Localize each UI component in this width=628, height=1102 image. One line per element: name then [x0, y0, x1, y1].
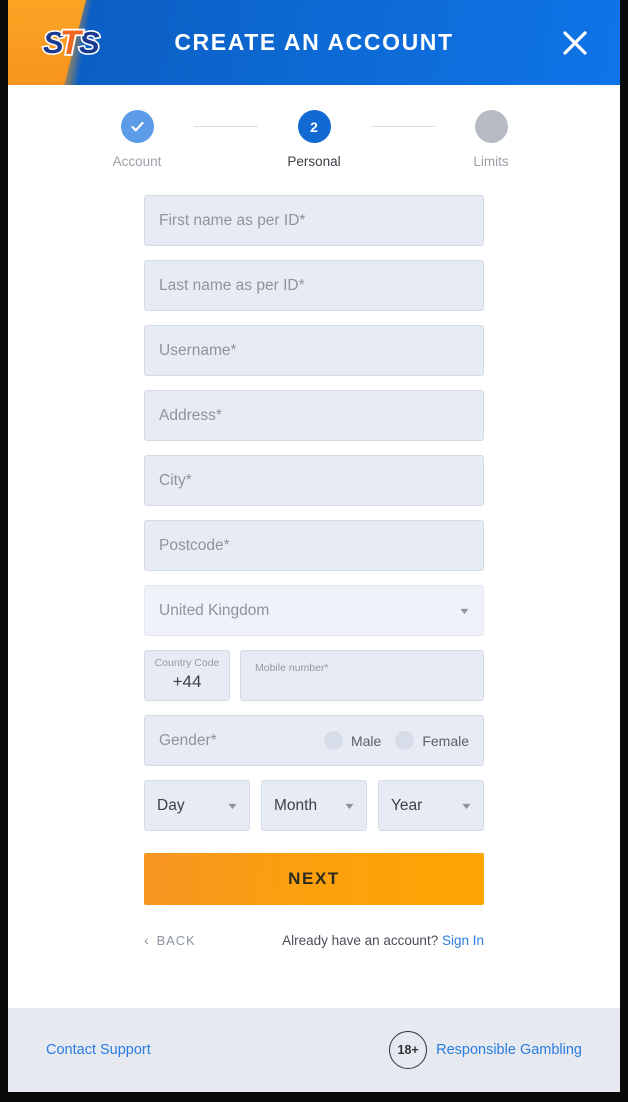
modal-header: S S S S T T CREATE AN ACCOUNT — [8, 0, 620, 85]
gender-label: Gender* — [159, 731, 217, 749]
birth-day-value: Day — [157, 796, 185, 814]
gender-option-female[interactable]: Female — [395, 731, 469, 750]
first-name-input[interactable]: First name as per ID* — [144, 195, 484, 246]
stepper-connector-2 — [370, 126, 435, 127]
close-icon[interactable] — [558, 26, 592, 60]
form-footer-links: ‹ BACK Already have an account? Sign In — [144, 932, 484, 948]
chevron-down-icon: ▼ — [459, 800, 474, 811]
step-account-label: Account — [112, 154, 162, 169]
last-name-input[interactable]: Last name as per ID* — [144, 260, 484, 311]
svg-text:S: S — [79, 25, 100, 60]
step-limits-bubble — [474, 110, 508, 143]
back-button-label: BACK — [156, 932, 196, 948]
step-limits[interactable]: Limits — [435, 110, 548, 169]
mobile-number-label: Mobile number* — [255, 662, 329, 674]
registration-stepper: Account 2 Personal Limits — [8, 85, 620, 169]
sts-logo: S S S S T T — [41, 21, 109, 64]
modal-body: Account 2 Personal Limits First name as … — [8, 85, 620, 1025]
postcode-input[interactable]: Postcode* — [144, 520, 484, 571]
country-select[interactable]: United Kingdom ▼ — [144, 585, 484, 636]
step-account[interactable]: Account — [81, 110, 194, 169]
contact-support-link[interactable]: Contact Support — [46, 1042, 389, 1058]
svg-text:T: T — [60, 24, 84, 62]
age-restriction-icon: 18+ — [389, 1031, 428, 1069]
step-personal-bubble: 2 — [297, 110, 331, 143]
gender-female-label: Female — [422, 732, 469, 749]
responsible-gambling-link[interactable]: Responsible Gambling — [436, 1042, 582, 1058]
personal-details-form: First name as per ID* Last name as per I… — [144, 195, 484, 948]
country-code-value: +44 — [172, 672, 202, 691]
birth-date-row: Day ▼ Month ▼ Year ▼ — [144, 780, 484, 831]
birth-day-select[interactable]: Day ▼ — [144, 780, 250, 831]
gender-option-male[interactable]: Male — [323, 731, 382, 750]
city-input[interactable]: City* — [144, 455, 484, 506]
signin-link[interactable]: Sign In — [442, 933, 484, 948]
radio-icon-male — [323, 731, 343, 750]
modal-footer: Contact Support 18+ Responsible Gambling — [8, 1008, 620, 1092]
address-input[interactable]: Address* — [144, 390, 484, 441]
stepper-connector-1 — [193, 126, 258, 127]
country-code-label: Country Code — [154, 657, 220, 669]
chevron-down-icon: ▼ — [457, 605, 472, 616]
registration-modal: S S S S T T CREATE AN ACCOUNT Account 2 … — [8, 0, 620, 1092]
chevron-down-icon: ▼ — [225, 800, 240, 811]
step-personal-label: Personal — [287, 154, 341, 169]
country-select-value: United Kingdom — [159, 601, 270, 619]
signin-prompt-text: Already have an account? — [282, 932, 439, 948]
phone-row: Country Code +44 Mobile number* — [144, 650, 484, 701]
birth-month-select[interactable]: Month ▼ — [261, 780, 367, 831]
next-button[interactable]: NEXT — [144, 853, 484, 905]
step-limits-label: Limits — [473, 154, 509, 169]
responsible-gambling-group[interactable]: 18+ Responsible Gambling — [389, 1031, 582, 1069]
gender-male-label: Male — [350, 732, 382, 749]
birth-year-value: Year — [391, 796, 423, 814]
chevron-down-icon: ▼ — [342, 800, 357, 811]
mobile-number-input[interactable]: Mobile number* — [240, 650, 484, 701]
radio-icon-female — [395, 731, 415, 750]
signin-prompt: Already have an account? Sign In — [282, 933, 484, 948]
country-code-select[interactable]: Country Code +44 — [144, 650, 230, 701]
chevron-left-icon: ‹ — [144, 932, 150, 948]
step-personal[interactable]: 2 Personal — [258, 110, 371, 169]
birth-month-value: Month — [274, 796, 318, 814]
birth-year-select[interactable]: Year ▼ — [378, 780, 484, 831]
back-button[interactable]: ‹ BACK — [144, 932, 196, 948]
gender-field: Gender* Male Female — [144, 715, 484, 766]
check-icon — [130, 121, 144, 132]
username-input[interactable]: Username* — [144, 325, 484, 376]
step-account-bubble — [120, 110, 154, 143]
